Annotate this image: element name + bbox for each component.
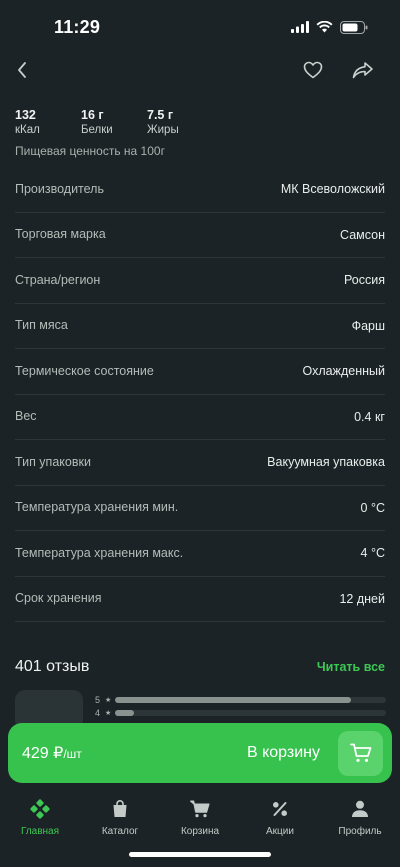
bag-icon — [112, 798, 128, 820]
share-arrow-icon — [352, 62, 373, 79]
property-value: Охлажденный — [302, 364, 385, 379]
property-name: Тип упаковки — [15, 454, 91, 469]
property-name: Производитель — [15, 181, 104, 196]
status-bar: 11:29 — [0, 0, 400, 54]
properties-list: Производитель МК Всеволожский Торговая м… — [0, 167, 400, 622]
person-icon — [351, 798, 369, 820]
tab-label: Акции — [266, 826, 294, 837]
chevron-left-icon — [18, 62, 26, 78]
rating-stars-count: 5 — [95, 695, 101, 705]
cart-icon — [349, 743, 371, 762]
cellular-signal-icon — [291, 21, 309, 33]
property-name: Тип мяса — [15, 318, 68, 333]
status-time: 11:29 — [54, 16, 101, 37]
tab-home[interactable]: Главная — [0, 792, 80, 867]
rating-row: 5 ★ — [95, 695, 387, 705]
nutrition-label: кКал — [15, 124, 40, 136]
rating-bar-fill — [115, 710, 135, 716]
price: 429 ₽/шт — [22, 743, 82, 763]
nav-bar — [0, 52, 400, 88]
home-clover-icon — [30, 798, 50, 820]
price-value: 429 ₽ — [22, 745, 64, 762]
star-icon: ★ — [105, 697, 112, 704]
favorite-button[interactable] — [295, 52, 331, 88]
property-name: Страна/регион — [15, 272, 101, 287]
nutrition-calories: 132 кКал — [15, 108, 75, 138]
back-button[interactable] — [4, 52, 40, 88]
property-row: Срок хранения 12 дней — [15, 577, 385, 622]
property-row: Вес 0.4 кг — [15, 395, 385, 440]
read-all-reviews-link[interactable]: Читать все — [317, 660, 385, 674]
property-row: Температура хранения макс. 4 °C — [15, 531, 385, 577]
rating-stars-count: 4 — [95, 708, 101, 718]
tab-label: Главная — [20, 826, 60, 837]
rating-row: 4 ★ — [95, 708, 387, 718]
nutrition-value: 7.5 г — [147, 108, 174, 122]
home-indicator — [129, 852, 271, 857]
tab-label: Профиль — [338, 826, 382, 837]
add-to-cart-label: В корзину — [246, 744, 320, 761]
property-row: Торговая марка Самсон — [15, 213, 385, 258]
property-row: Тип мяса Фарш — [15, 304, 385, 349]
property-row: Термическое состояние Охлажденный — [15, 349, 385, 395]
property-name: Термическое состояние — [15, 363, 154, 378]
property-value: Фарш — [351, 318, 385, 333]
property-value: Вакуумная упаковка — [267, 455, 385, 470]
property-row: Страна/регион Россия — [15, 258, 385, 304]
star-icon: ★ — [105, 710, 112, 717]
property-name: Температура хранения мин. — [15, 500, 179, 515]
nutrition-note: Пищевая ценность на 100г — [15, 144, 165, 158]
rating-bar-track — [115, 697, 387, 703]
tab-profile[interactable]: Профиль — [320, 792, 400, 867]
heart-icon — [303, 61, 323, 79]
property-value: МК Всеволожский — [280, 182, 385, 197]
property-name: Срок хранения — [15, 591, 102, 606]
property-value: 0.4 кг — [354, 409, 385, 424]
cart-icon — [190, 798, 210, 820]
tab-label: Корзина — [180, 826, 220, 837]
property-value: 4 °C — [360, 546, 385, 561]
price-unit: /шт — [63, 747, 82, 761]
property-row: Производитель МК Всеволожский — [15, 167, 385, 213]
reviews-title: 401 отзыв — [15, 658, 90, 675]
property-row: Температура хранения мин. 0 °C — [15, 486, 385, 531]
property-value: 12 дней — [339, 591, 385, 606]
property-value: Самсон — [340, 227, 385, 242]
nutrition-label: Белки — [81, 124, 113, 136]
add-to-cart-button[interactable]: В корзину — [246, 730, 383, 776]
property-name: Вес — [15, 409, 37, 424]
wifi-icon — [316, 21, 333, 33]
cart-button[interactable] — [338, 730, 383, 776]
share-button[interactable] — [345, 52, 381, 88]
tab-label: Каталог — [101, 826, 139, 837]
property-value: Россия — [344, 273, 385, 288]
product-details: 132 кКал 16 г Белки 7.5 г Жиры Пищевая ц… — [0, 88, 400, 730]
nutrition-value: 16 г — [81, 108, 104, 122]
nutrition-facts: 132 кКал 16 г Белки 7.5 г Жиры — [0, 108, 400, 138]
rating-bar-fill — [115, 697, 352, 703]
property-row: Тип упаковки Вакуумная упаковка — [15, 440, 385, 486]
nutrition-label: Жиры — [147, 124, 179, 136]
rating-bar-track — [115, 710, 387, 716]
property-name: Температура хранения макс. — [15, 545, 184, 560]
percent-icon — [272, 798, 288, 820]
status-icons — [291, 20, 368, 34]
nutrition-protein: 16 г Белки — [81, 108, 141, 138]
reviews-header: 401 отзыв Читать все — [0, 658, 400, 676]
nutrition-fat: 7.5 г Жиры — [147, 108, 207, 138]
add-to-cart-bar[interactable]: 429 ₽/шт В корзину — [8, 723, 392, 783]
battery-icon — [340, 20, 368, 34]
property-name: Торговая марка — [15, 227, 106, 242]
nutrition-value: 132 — [15, 108, 36, 122]
property-value: 0 °C — [360, 500, 385, 515]
